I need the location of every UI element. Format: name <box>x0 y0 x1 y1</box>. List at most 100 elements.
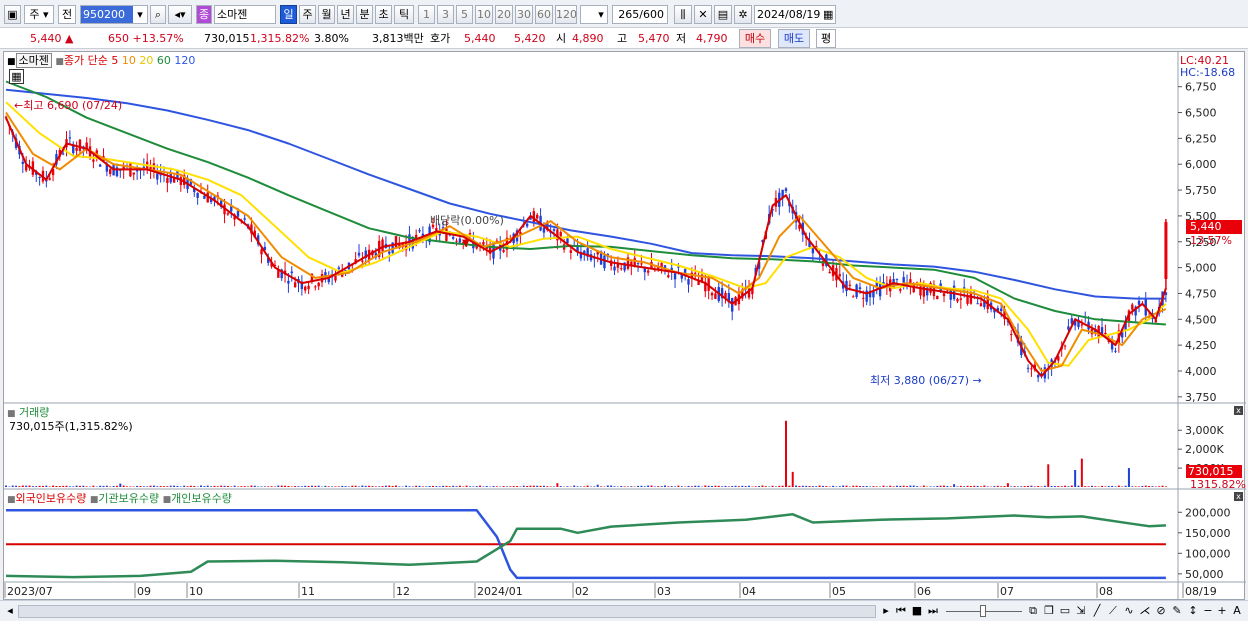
volume-bar <box>771 485 774 487</box>
crosshair-icon[interactable]: ✕ <box>694 5 712 24</box>
legend-inst-holdings: 기관보유수량 <box>98 492 160 505</box>
candle-body <box>603 255 606 269</box>
expand-icon[interactable]: ⇲ <box>1074 604 1088 619</box>
scroll-left-icon[interactable]: ◂ <box>4 604 16 619</box>
volume-bar <box>21 485 24 487</box>
candle-body <box>75 147 78 151</box>
tab-period-tick[interactable]: 틱 <box>394 5 414 24</box>
candle-body <box>1026 367 1030 369</box>
evaluate-button[interactable]: 평 <box>816 29 836 48</box>
volume-bar <box>354 485 357 487</box>
zoom-slider-handle[interactable] <box>980 605 986 617</box>
draw-wave-icon[interactable]: ∿ <box>1122 604 1136 619</box>
volume-bar <box>956 486 959 487</box>
close-icon[interactable]: x <box>1234 492 1243 501</box>
text-tool-icon[interactable]: A <box>1230 604 1244 619</box>
candle-body <box>694 272 697 274</box>
buy-button[interactable]: 매수 <box>739 29 771 48</box>
volume-bar <box>183 485 186 487</box>
date-field[interactable]: 2024/08/19 ▦ <box>754 5 836 24</box>
stop-icon[interactable]: ■ <box>910 604 924 619</box>
zoom-out-icon[interactable]: − <box>1202 604 1214 619</box>
save-icon[interactable]: ▤ <box>714 5 732 24</box>
calendar-icon[interactable]: ▦ <box>823 6 835 23</box>
candle-body <box>166 177 169 184</box>
volume-bar <box>149 485 152 487</box>
candle-body <box>862 297 865 299</box>
volume-bar <box>351 485 354 487</box>
volume-bar <box>317 485 320 487</box>
data-count-total: /600 <box>639 8 664 21</box>
volume-bar <box>549 486 552 487</box>
draw-fan-icon[interactable]: ⋌ <box>1138 604 1152 619</box>
gear-icon[interactable]: ✲ <box>734 5 752 24</box>
search-icon[interactable]: ⌕ <box>150 5 166 24</box>
volume-bar <box>38 485 41 487</box>
data-count-field[interactable]: 265/600 <box>612 5 668 24</box>
volume-bar <box>690 486 693 487</box>
scroll-track[interactable] <box>18 605 876 618</box>
chevron-down-icon[interactable]: ▾ <box>133 6 147 23</box>
interval-5[interactable]: 5 <box>456 5 473 24</box>
candle-body <box>1080 324 1084 326</box>
volume-bar <box>596 484 599 487</box>
fast-forward-icon[interactable]: ⏭ <box>926 604 940 619</box>
candle-body <box>304 286 307 291</box>
copy-icon[interactable]: ❐ <box>1042 604 1056 619</box>
tab-period-minute[interactable]: 분 <box>356 5 373 24</box>
volume-bar <box>674 486 677 487</box>
stock-chart[interactable]: 6,750 6,500 6,250 6,000 5,750 5,500 5,250 5,000… <box>3 51 1246 601</box>
rewind-icon[interactable]: ⏮ <box>894 604 908 619</box>
stock-code-input[interactable]: 950200 ▾ <box>80 5 148 24</box>
layout-icon[interactable]: ⧉ <box>1026 604 1040 619</box>
candle-body <box>559 232 562 237</box>
window-icon[interactable]: ▣ <box>4 5 21 24</box>
interval-120[interactable]: 120 <box>555 5 577 24</box>
tab-period-day[interactable]: 일 <box>280 5 297 24</box>
chart-canvas[interactable]: 6,7506,5006,2506,0005,7505,5005,2505,000… <box>4 52 1246 601</box>
candle-style-icon[interactable]: ⫼ <box>674 5 692 24</box>
close-icon[interactable]: x <box>1234 406 1243 415</box>
stock-name-field[interactable]: 소마젠 <box>214 5 276 24</box>
legend-foreign-holdings: 외국인보유수량 <box>15 492 87 505</box>
volume-bar <box>1016 486 1019 487</box>
zoom-in-icon[interactable]: + <box>1216 604 1228 619</box>
grid-toggle-icon[interactable]: ▦ <box>9 69 24 84</box>
volume-bar <box>62 485 65 487</box>
candle-body <box>536 214 539 219</box>
sell-button[interactable]: 매도 <box>778 29 810 48</box>
candle-body <box>1114 350 1117 352</box>
period-prefix-button[interactable]: 전 <box>58 5 76 24</box>
interval-1[interactable]: 1 <box>418 5 435 24</box>
scroll-right-icon[interactable]: ▸ <box>880 604 892 619</box>
volume-bar <box>650 485 653 487</box>
volume-bar <box>368 485 371 487</box>
candle-body <box>169 173 172 183</box>
volume-bar <box>774 486 777 487</box>
speaker-icon[interactable]: ◂▾ <box>168 5 192 24</box>
pan-icon[interactable]: ↕ <box>1186 604 1200 619</box>
interval-60[interactable]: 60 <box>535 5 553 24</box>
draw-trend-icon[interactable]: ⟋ <box>1106 604 1120 619</box>
interval-3[interactable]: 3 <box>437 5 454 24</box>
candle-body <box>226 213 230 215</box>
draw-line-icon[interactable]: ╱ <box>1090 604 1104 619</box>
period-main-select[interactable]: 주 ▾ <box>24 5 54 24</box>
tab-period-month[interactable]: 월 <box>318 5 335 24</box>
period-high-annotation: ←최고 6,690 (07/24) <box>14 99 122 112</box>
candle-body <box>260 249 263 255</box>
legend-stock-name[interactable]: 소마젠 <box>15 53 52 68</box>
interval-20[interactable]: 20 <box>495 5 513 24</box>
interval-30[interactable]: 30 <box>515 5 533 24</box>
brush-icon[interactable]: ✎ <box>1170 604 1184 619</box>
interval-10[interactable]: 10 <box>475 5 493 24</box>
draw-shape-icon[interactable]: ⊘ <box>1154 604 1168 619</box>
tab-period-week[interactable]: 주 <box>299 5 316 24</box>
volume-bar <box>166 486 169 487</box>
tab-period-year[interactable]: 년 <box>337 5 354 24</box>
tab-period-second[interactable]: 초 <box>375 5 392 24</box>
image-icon[interactable]: ▭ <box>1058 604 1072 619</box>
interval-custom-select[interactable]: ▾ <box>580 5 608 24</box>
price-axis-label: 5,750 <box>1185 184 1217 197</box>
volume-bar <box>408 486 411 487</box>
